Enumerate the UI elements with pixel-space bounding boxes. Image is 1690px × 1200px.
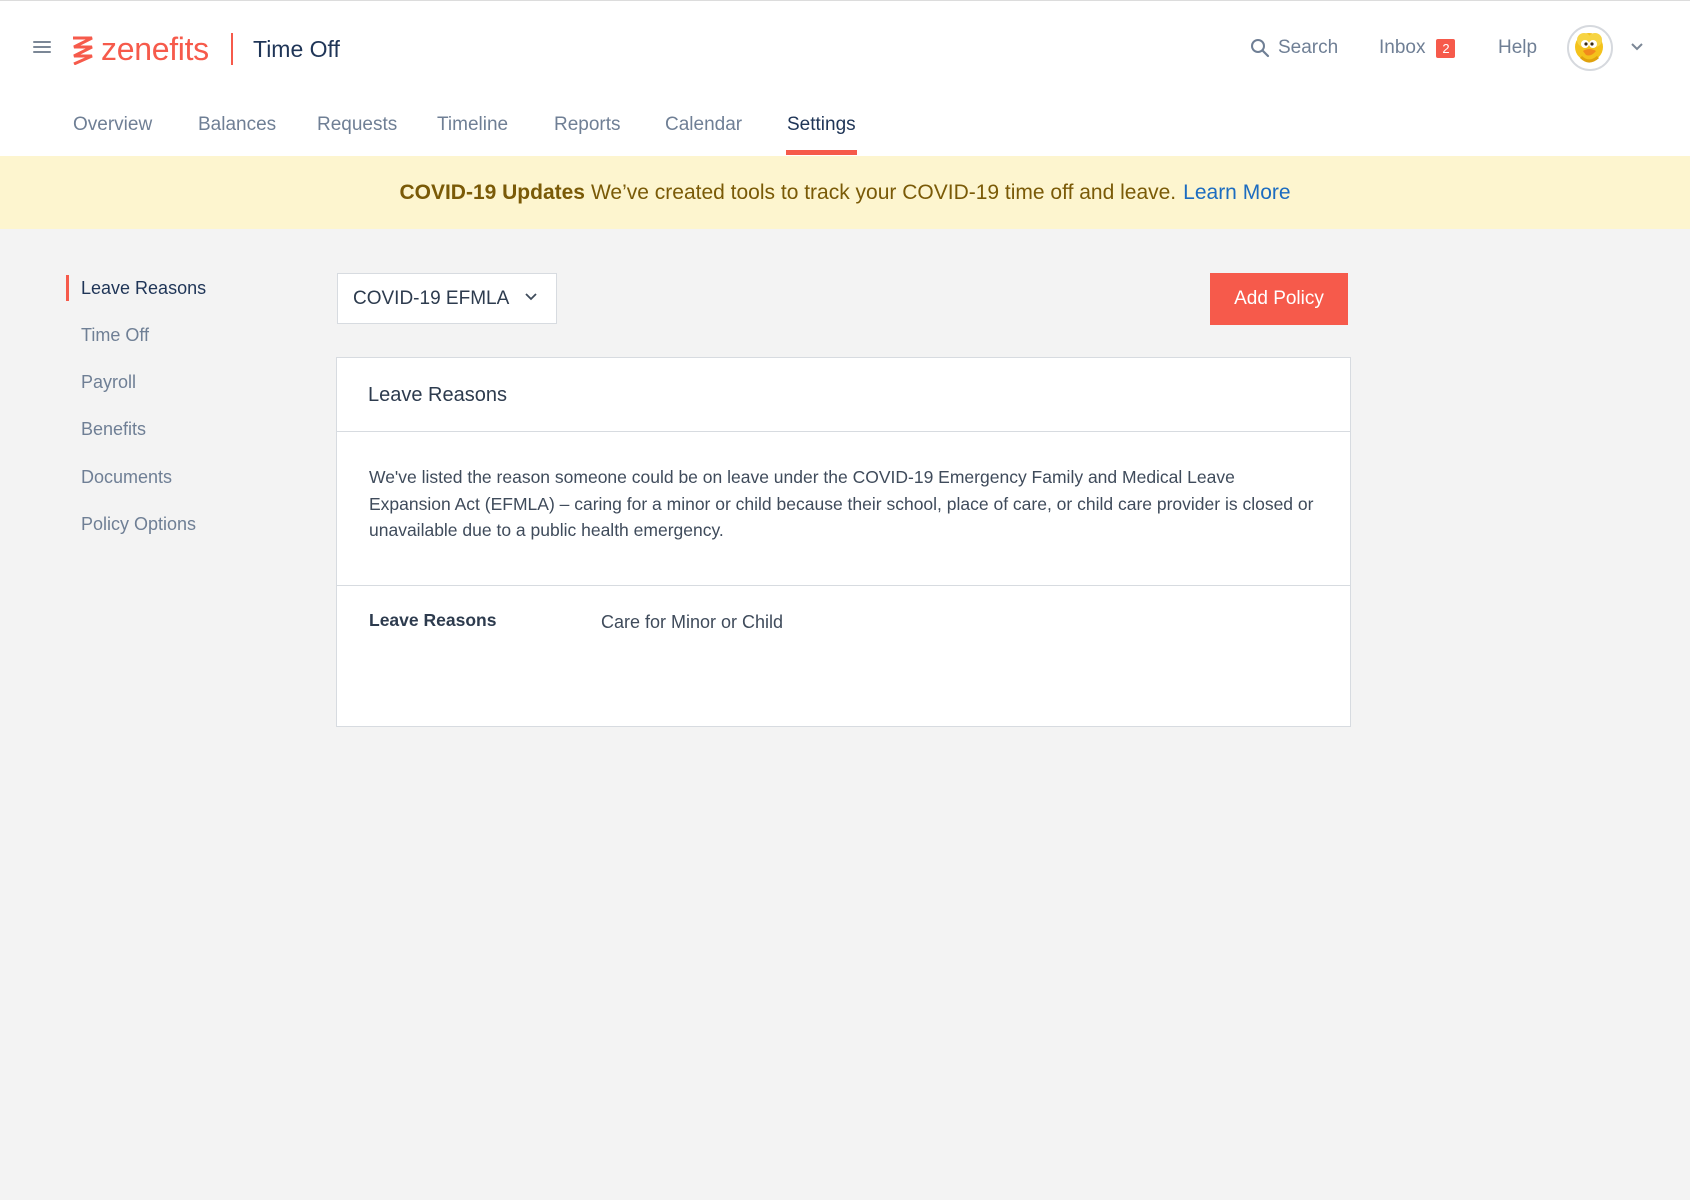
card-title: Leave Reasons (368, 384, 507, 406)
account-chevron-down-icon[interactable] (1630, 39, 1644, 57)
tab-requests[interactable]: Requests (317, 114, 397, 136)
search-label: Search (1278, 37, 1339, 58)
zenefits-logo-icon (73, 36, 93, 65)
top-bar: zenefits Time Off Search Inbox 2 Help (0, 0, 1690, 92)
logo-text: zenefits (101, 30, 209, 67)
search-button[interactable]: Search (1250, 37, 1338, 59)
tab-balances[interactable]: Balances (198, 114, 276, 136)
card-divider (337, 585, 1350, 586)
sidebar-item-benefits[interactable]: Benefits (81, 419, 146, 440)
inbox-count-badge: 2 (1436, 38, 1456, 58)
sidebar-item-payroll[interactable]: Payroll (81, 372, 136, 393)
policy-select-value: COVID-19 EFMLA (353, 287, 510, 309)
tab-timeline[interactable]: Timeline (437, 114, 508, 136)
active-tab-indicator (786, 150, 857, 155)
leave-reasons-card: Leave Reasons We've listed the reason so… (336, 357, 1351, 727)
hamburger-menu-icon[interactable] (33, 41, 51, 55)
search-icon (1251, 39, 1270, 58)
avatar[interactable] (1567, 25, 1613, 71)
inbox-label: Inbox (1379, 37, 1426, 58)
avatar-image (1569, 27, 1611, 69)
add-policy-button[interactable]: Add Policy (1210, 273, 1348, 325)
sidebar-item-policy-options[interactable]: Policy Options (81, 514, 196, 535)
policy-select[interactable]: COVID-19 EFMLA (337, 273, 557, 324)
banner-title: COVID-19 Updates (399, 180, 585, 204)
leave-reasons-label: Leave Reasons (369, 610, 497, 630)
tab-calendar[interactable]: Calendar (665, 114, 742, 136)
learn-more-link[interactable]: Learn More (1183, 181, 1290, 205)
banner-message: We’ve created tools to track your COVID-… (590, 180, 1177, 204)
logo-divider (231, 33, 233, 65)
sidebar-item-leave-reasons[interactable]: Leave Reasons (81, 278, 206, 299)
sidebar-item-documents[interactable]: Documents (81, 467, 172, 488)
tab-reports[interactable]: Reports (554, 114, 621, 136)
app-title: Time Off (253, 36, 340, 62)
zenefits-logo[interactable]: zenefits (71, 31, 209, 67)
chevron-down-icon (525, 293, 537, 301)
tab-overview[interactable]: Overview (73, 114, 152, 136)
inbox-button[interactable]: Inbox 2 (1379, 37, 1456, 59)
main-tabs: Overview Balances Requests Timeline Repo… (0, 92, 1690, 156)
tab-settings[interactable]: Settings (787, 114, 856, 136)
help-link[interactable]: Help (1498, 37, 1537, 59)
covid-banner: COVID-19 Updates We’ve created tools to … (0, 156, 1690, 229)
active-sidebar-indicator (66, 275, 69, 301)
leave-reasons-value: Care for Minor or Child (601, 612, 784, 632)
card-header: Leave Reasons (337, 358, 1350, 432)
card-description: We've listed the reason someone could be… (369, 467, 1314, 540)
sidebar-item-time-off[interactable]: Time Off (81, 325, 149, 346)
